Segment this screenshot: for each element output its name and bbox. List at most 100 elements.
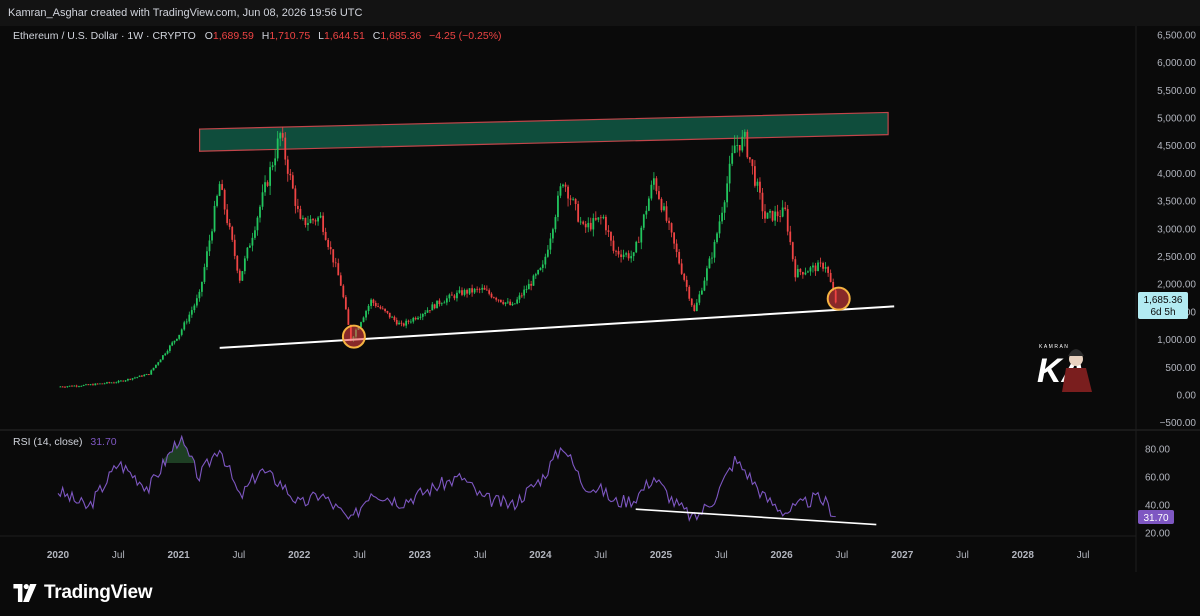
candle-body [577, 203, 580, 222]
rsi-value: 31.70 [90, 436, 116, 448]
candle-body [597, 217, 600, 220]
candle-body [708, 258, 711, 269]
candle-body [731, 153, 734, 164]
candle-body [456, 292, 458, 299]
candle-body [433, 304, 436, 309]
candle-body [779, 216, 782, 217]
candle-body [410, 321, 412, 323]
candle-body [223, 189, 226, 210]
candle-body [108, 382, 111, 384]
candle-body [564, 184, 567, 187]
candle-body [296, 205, 299, 209]
candle-body [655, 178, 658, 192]
candle-body [559, 186, 562, 196]
candle-body [574, 198, 577, 204]
candle-body [322, 215, 325, 232]
candle-body [733, 145, 736, 154]
chart-area[interactable]: 6,500.00 6,000.00 5,500.00 5,000.00 4,500.00… [0, 26, 1200, 572]
rsi-axis[interactable]: 80.00 60.00 40.00 20.00 [1145, 445, 1170, 540]
candle-body [541, 264, 544, 268]
rsi-legend: RSI (14, close) 31.70 [13, 436, 117, 448]
candle-body [175, 338, 178, 341]
candle-body [309, 219, 312, 224]
candle-body [198, 291, 201, 299]
candle-body [312, 219, 314, 221]
candle-body [499, 299, 502, 303]
time-tick-label: 2025 [650, 550, 673, 561]
candle-body [327, 239, 330, 248]
candle-body [218, 184, 221, 196]
candle-body [764, 211, 766, 219]
candle-body [557, 195, 559, 218]
candle-body [286, 159, 289, 174]
legend-h-label: H [262, 30, 270, 42]
candle-body [630, 256, 633, 259]
candle-body [395, 320, 398, 325]
candle-body [751, 159, 754, 167]
candle-body [183, 322, 186, 330]
time-tick-label: Jul [956, 550, 969, 561]
candle-body [488, 290, 491, 294]
candle-body [490, 293, 493, 298]
candle-body [443, 302, 446, 304]
candle-body [110, 382, 113, 384]
candle-body [269, 167, 271, 186]
candle-body [127, 378, 129, 381]
candle-body [145, 373, 148, 375]
candle-body [525, 289, 528, 291]
candle-body [440, 303, 443, 305]
candle-body [471, 288, 473, 293]
candle-body [274, 158, 277, 166]
candle-body [73, 385, 76, 387]
candle-body [89, 384, 92, 386]
candle-body [766, 212, 769, 219]
candle-body [334, 262, 337, 264]
candle-body [607, 230, 610, 232]
candle-body [391, 316, 393, 318]
price-axis[interactable]: 6,500.00 6,000.00 5,500.00 5,000.00 4,500.00… [1157, 30, 1196, 429]
candle-body [658, 191, 660, 199]
candle-body [445, 298, 448, 303]
candle-body [307, 223, 309, 225]
candle-body [400, 322, 403, 324]
candle-body [736, 145, 739, 146]
candle-body [771, 210, 774, 221]
candle-body [495, 297, 498, 300]
time-tick-label: 2020 [47, 550, 70, 561]
highlight-circle [341, 324, 366, 349]
legend-l-value: 1,644.51 [324, 30, 365, 42]
candle-body [582, 221, 585, 224]
candle-body [61, 386, 64, 388]
candle-body [809, 267, 812, 272]
candle-body [492, 297, 495, 299]
candle-body [738, 145, 741, 151]
candle-body [398, 322, 400, 325]
candle-body [796, 268, 799, 278]
candle-body [421, 314, 424, 317]
tradingview-logo[interactable]: TradingView [12, 582, 153, 604]
candle-body [635, 241, 638, 253]
candle-body [377, 306, 379, 308]
candle-body [615, 250, 617, 252]
candle-body [122, 380, 125, 382]
candle-body [249, 245, 251, 248]
candle-body [814, 265, 817, 272]
candle-body [584, 223, 587, 228]
candle-body [150, 370, 153, 375]
candle-body [539, 267, 542, 270]
candle-body [625, 253, 628, 255]
candle-body [143, 374, 146, 377]
candle-body [602, 216, 605, 219]
candle-body [271, 165, 274, 168]
candle-body [670, 223, 673, 233]
candle-body [552, 229, 554, 239]
rsi-tick-label: 40.00 [1145, 501, 1170, 512]
candle-body [365, 311, 367, 318]
rsi-tick-label: 20.00 [1145, 529, 1170, 540]
candle-body [238, 270, 241, 281]
candle-body [801, 272, 804, 275]
candle-body [279, 133, 282, 139]
candle-body [78, 386, 80, 387]
candle-body [827, 266, 830, 273]
candle-body [161, 355, 164, 360]
